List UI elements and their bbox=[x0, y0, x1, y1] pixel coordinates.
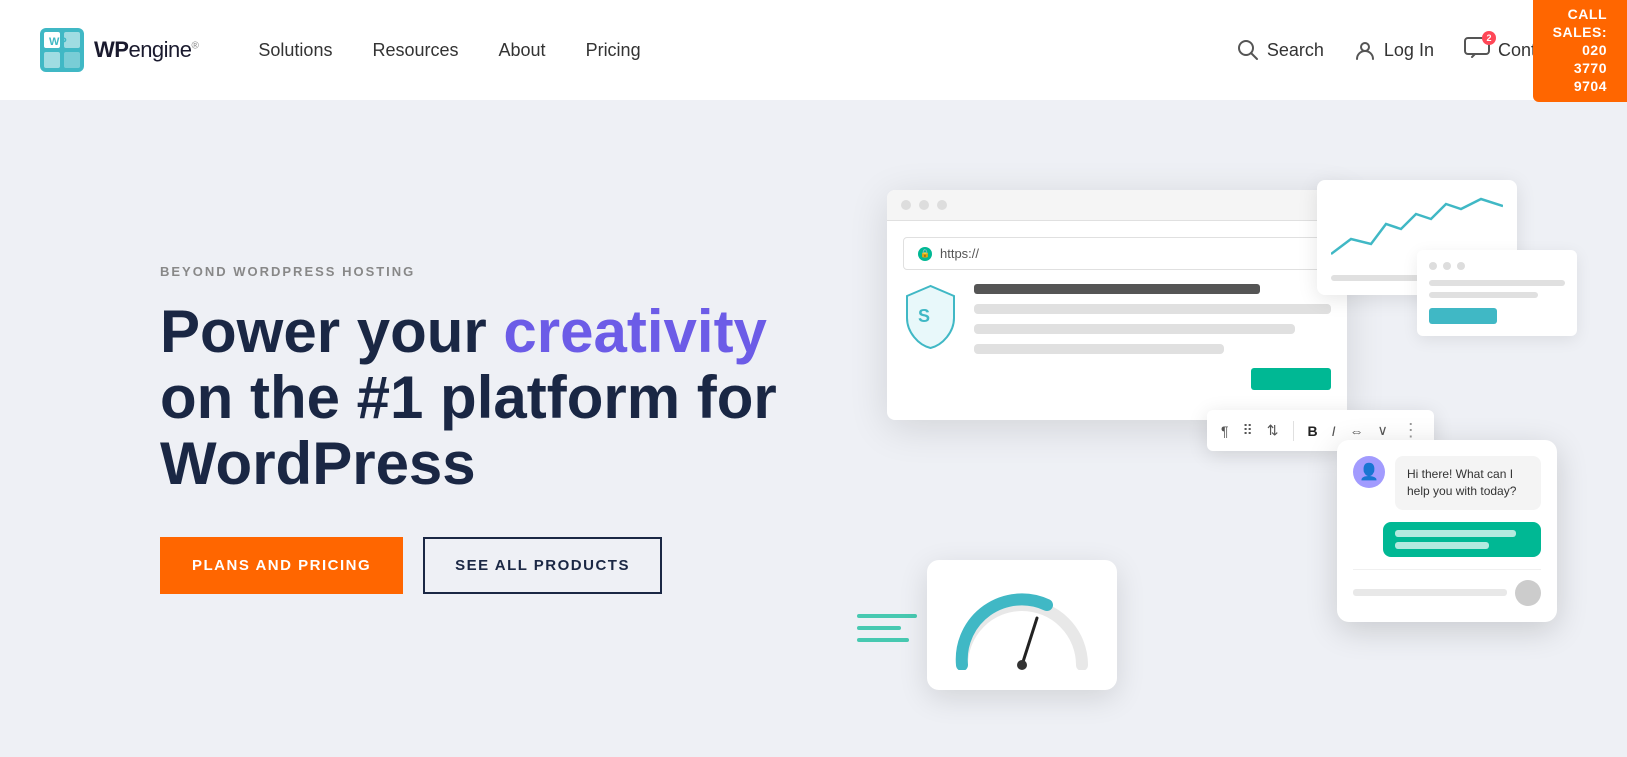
hero-section: BEYOND WORDPRESS HOSTING Power your crea… bbox=[0, 100, 1627, 757]
call-sales-label: CALL SALES: 020 3770 9704 bbox=[1553, 6, 1607, 94]
logo-text: WPengine® bbox=[94, 37, 198, 63]
chat-popup: 👤 Hi there! What can I help you with tod… bbox=[1337, 440, 1557, 622]
ssl-icon: 🔒 bbox=[918, 247, 932, 261]
search-icon bbox=[1237, 39, 1259, 61]
notification-badge: 2 bbox=[1482, 31, 1496, 45]
svg-text:WP: WP bbox=[49, 36, 67, 48]
login-button[interactable]: Log In bbox=[1354, 39, 1434, 61]
speed-lines bbox=[857, 614, 917, 650]
nav-item-resources[interactable]: Resources bbox=[372, 40, 458, 61]
hero-title-part2: on the #1 platform for WordPress bbox=[160, 364, 777, 497]
small-browser-mockup bbox=[1417, 250, 1577, 336]
logo-icon: WP bbox=[40, 28, 84, 72]
address-bar: 🔒 https:// bbox=[903, 237, 1331, 270]
hero-buttons: PLANS AND PRICING SEE ALL PRODUCTS bbox=[160, 537, 840, 594]
main-nav: Solutions Resources About Pricing bbox=[258, 40, 1236, 61]
site-logo[interactable]: WP WPengine® bbox=[40, 28, 198, 72]
login-label: Log In bbox=[1384, 40, 1434, 61]
speedometer-svg bbox=[947, 580, 1097, 670]
chat-avatar: 👤 bbox=[1353, 456, 1385, 488]
address-text: https:// bbox=[940, 246, 979, 261]
hero-illustration: 🔒 https:// S bbox=[827, 130, 1627, 750]
nav-item-about[interactable]: About bbox=[499, 40, 546, 61]
shield-mockup: S bbox=[903, 284, 958, 354]
chat-bubble: Hi there! What can I help you with today… bbox=[1395, 456, 1541, 510]
logo-sup: ® bbox=[192, 41, 199, 52]
search-label: Search bbox=[1267, 40, 1324, 61]
nav-item-solutions[interactable]: Solutions bbox=[258, 40, 332, 61]
chat-send-icon bbox=[1515, 580, 1541, 606]
hero-content: BEYOND WORDPRESS HOSTING Power your crea… bbox=[160, 264, 840, 594]
browser-mockup: 🔒 https:// S bbox=[887, 190, 1347, 420]
user-icon bbox=[1354, 39, 1376, 61]
hero-title-highlight: creativity bbox=[503, 298, 767, 365]
chat-icon-wrapper: 2 bbox=[1464, 37, 1490, 64]
see-all-products-button[interactable]: SEE ALL PRODUCTS bbox=[423, 537, 662, 594]
shield-icon: S bbox=[903, 284, 958, 349]
search-button[interactable]: Search bbox=[1237, 39, 1324, 61]
nav-item-pricing[interactable]: Pricing bbox=[586, 40, 641, 61]
plans-pricing-button[interactable]: PLANS AND PRICING bbox=[160, 537, 403, 594]
hero-eyebrow: BEYOND WORDPRESS HOSTING bbox=[160, 264, 840, 279]
svg-text:S: S bbox=[918, 306, 930, 326]
speedometer-mockup bbox=[927, 560, 1117, 690]
chat-reply bbox=[1383, 522, 1541, 557]
top-bar[interactable]: CALL SALES: 020 3770 9704 bbox=[1533, 0, 1627, 102]
hero-title-part1: Power your bbox=[160, 298, 503, 365]
chat-input-row bbox=[1353, 569, 1541, 606]
hero-title: Power your creativity on the #1 platform… bbox=[160, 299, 840, 497]
site-header: WP WPengine® Solutions Resources About P… bbox=[0, 0, 1627, 100]
